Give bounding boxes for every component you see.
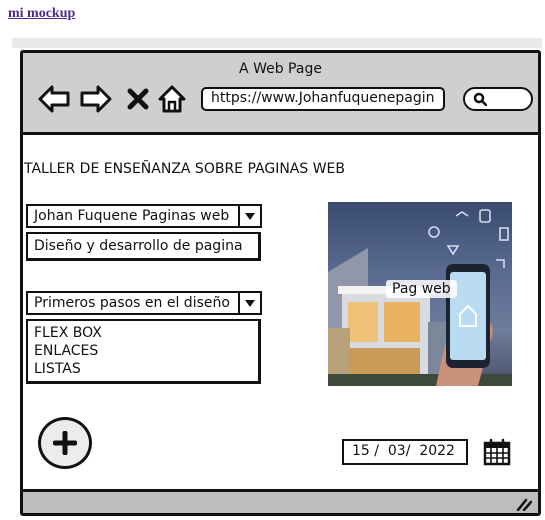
search-icon xyxy=(473,92,487,106)
dropdown-primeros-pasos[interactable]: Primeros pasos en el diseño xyxy=(26,291,262,315)
search-field[interactable] xyxy=(463,87,533,111)
browser-window: A Web Page https://www.Johanfuquenepagin… xyxy=(20,50,541,516)
back-arrow-icon[interactable] xyxy=(37,83,71,115)
resize-grip-icon[interactable] xyxy=(516,496,533,512)
chevron-down-icon xyxy=(238,293,260,313)
list-item[interactable]: FLEX BOX xyxy=(34,324,252,342)
date-field[interactable]: 15 / 03/ 2022 xyxy=(342,439,468,465)
dropdown-johan-value: Johan Fuquene Paginas web xyxy=(34,208,230,224)
smart-home-image: Pag web xyxy=(328,202,512,386)
add-button[interactable] xyxy=(38,417,92,469)
page-title: TALLER DE ENSEÑANZA SOBRE PAGINAS WEB xyxy=(24,161,346,177)
dropdown-primeros-pasos-value: Primeros pasos en el diseño xyxy=(34,295,230,311)
mi-mockup-link[interactable]: mi mockup xyxy=(8,6,75,22)
address-bar[interactable]: https://www.Johanfuquenepagin xyxy=(201,87,445,111)
home-icon[interactable] xyxy=(157,83,187,115)
image-caption: Pag web xyxy=(386,280,457,298)
page-shadow xyxy=(12,38,542,48)
list-item[interactable]: LISTAS xyxy=(34,360,252,378)
status-bar xyxy=(23,489,538,513)
window-title: A Web Page xyxy=(239,61,322,77)
list-box-design: Diseño y desarrollo de pagina xyxy=(26,232,261,261)
dropdown-johan[interactable]: Johan Fuquene Paginas web xyxy=(26,204,262,228)
browser-toolbar: A Web Page https://www.Johanfuquenepagin xyxy=(23,53,538,135)
list-box-topics: FLEX BOX ENLACES LISTAS xyxy=(26,319,261,384)
list-item[interactable]: ENLACES xyxy=(34,342,252,360)
calendar-icon[interactable] xyxy=(483,438,511,466)
plus-icon xyxy=(53,431,77,455)
forward-arrow-icon[interactable] xyxy=(79,83,113,115)
chevron-down-icon xyxy=(238,206,260,226)
close-icon[interactable] xyxy=(125,83,151,115)
list-item[interactable]: Diseño y desarrollo de pagina xyxy=(34,237,252,255)
